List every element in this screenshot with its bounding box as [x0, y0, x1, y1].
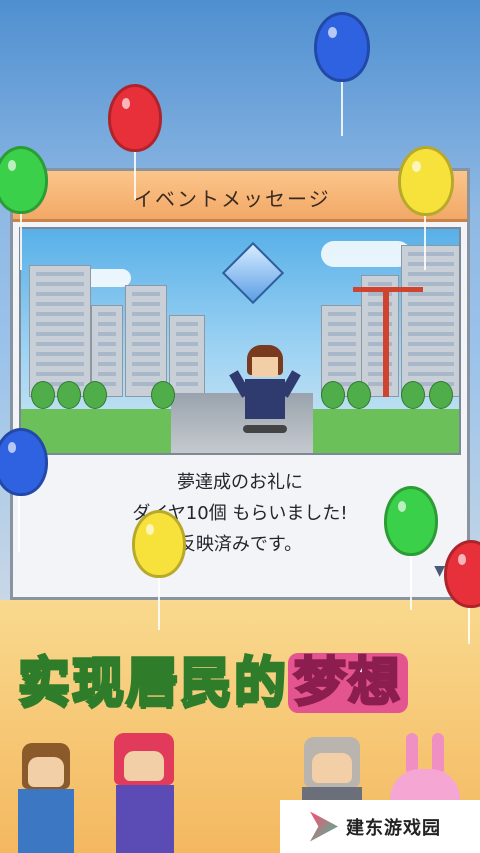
tree — [57, 381, 81, 409]
cloud — [321, 241, 411, 267]
construction-crane — [353, 287, 423, 397]
slogan-banner: 实现居民的 梦想 — [16, 640, 409, 715]
tree — [151, 381, 175, 409]
green-balloon — [0, 146, 48, 214]
blue-balloon — [0, 428, 48, 496]
balloon-string — [158, 574, 160, 630]
resident-girl — [100, 733, 190, 853]
watermark: 建东游戏园 — [280, 800, 480, 853]
balloon-string — [20, 210, 22, 270]
watermark-logo-icon — [310, 811, 338, 842]
yellow-balloon — [132, 510, 186, 578]
balloon-string — [341, 78, 343, 136]
building — [169, 315, 205, 397]
balloon-string — [424, 210, 426, 270]
yellow-balloon — [398, 146, 454, 216]
resident-character — [229, 345, 301, 435]
tree — [401, 381, 425, 409]
building — [361, 275, 399, 397]
event-scene-image — [19, 227, 461, 455]
tree — [31, 381, 55, 409]
green-balloon — [384, 486, 438, 556]
tree — [83, 381, 107, 409]
building — [401, 245, 459, 397]
balloon-string — [410, 552, 412, 610]
resident-boy — [8, 743, 88, 853]
balloon-string — [468, 604, 470, 644]
building — [29, 265, 91, 397]
grass — [309, 409, 459, 453]
blue-balloon — [314, 12, 370, 82]
red-balloon — [108, 84, 162, 152]
slogan-part-2: 梦想 — [288, 652, 409, 715]
balloon-string — [134, 148, 136, 200]
tree — [321, 381, 345, 409]
dialog-title: イベントメッセージ — [133, 187, 331, 211]
balloon-string — [18, 492, 20, 552]
diamond-icon — [221, 241, 285, 305]
tree — [429, 381, 453, 409]
slogan-part-1: 实现居民的 — [16, 652, 289, 715]
tree — [347, 381, 371, 409]
watermark-text: 建东游戏园 — [346, 817, 441, 839]
